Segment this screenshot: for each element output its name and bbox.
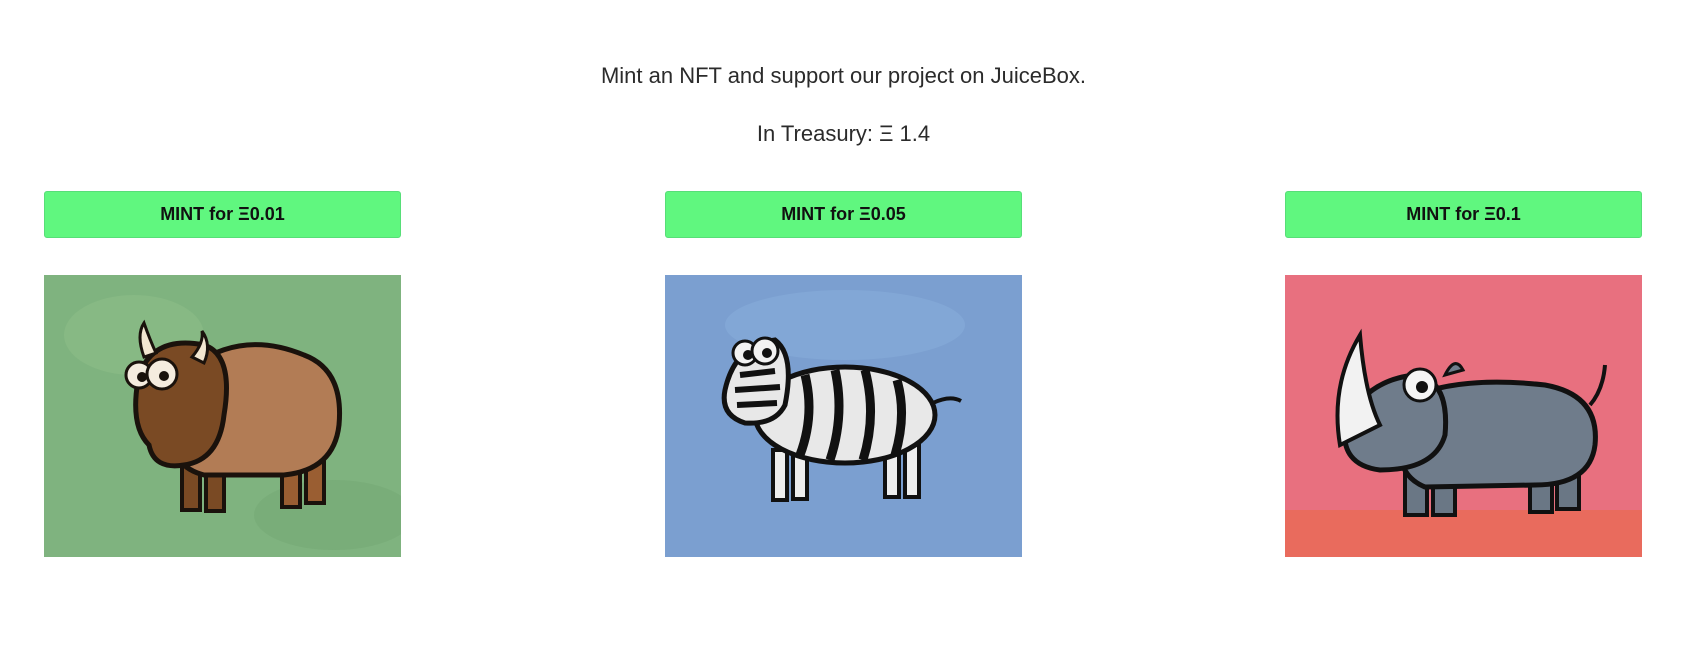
mint-card-bison: MINT for Ξ0.01 (44, 191, 401, 557)
bison-nft-image (44, 275, 401, 557)
rhino-nft-image (1285, 275, 1642, 557)
treasury-balance: In Treasury: Ξ 1.4 (756, 121, 931, 146)
mint-button-tier-1[interactable]: MINT for Ξ0.01 (44, 191, 401, 238)
mint-card-zebra: MINT for Ξ0.05 (665, 191, 1022, 557)
mint-button-tier-2[interactable]: MINT for Ξ0.05 (665, 191, 1022, 238)
zebra-nft-image (665, 275, 1022, 557)
mint-button-tier-3[interactable]: MINT for Ξ0.1 (1285, 191, 1642, 238)
intro-text: Mint an NFT and support our project on J… (600, 63, 1087, 88)
mint-card-rhino: MINT for Ξ0.1 (1285, 191, 1642, 557)
